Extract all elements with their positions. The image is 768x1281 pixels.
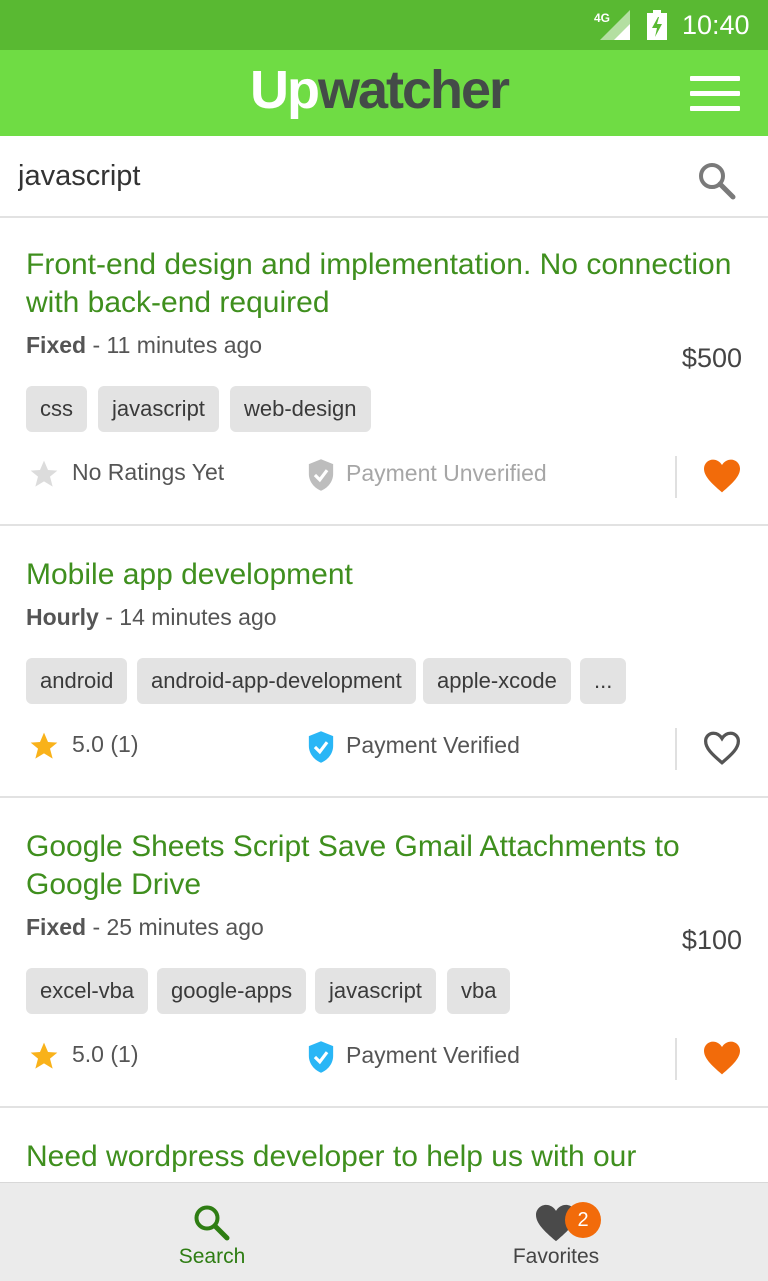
job-title[interactable]: Need wordpress developer to help us with…	[26, 1138, 746, 1176]
job-posted: - 11 minutes ago	[86, 332, 263, 358]
rating-text: 5.0 (1)	[72, 731, 139, 758]
search-icon	[194, 1205, 230, 1241]
logo-watcher: watcher	[317, 60, 510, 120]
job-meta: Fixed - 25 minutes ago	[26, 914, 264, 941]
clock: 10:40	[682, 10, 750, 40]
shield-check-icon	[308, 459, 334, 491]
job-price: $100	[681, 925, 742, 955]
tag-chip[interactable]: javascript	[315, 968, 436, 1014]
job-type: Fixed	[26, 914, 87, 940]
logo-up: Up	[250, 60, 320, 120]
job-posted: - 14 minutes ago	[98, 604, 277, 630]
nav-favorites[interactable]: Favorites	[456, 1183, 656, 1281]
heart-filled-icon[interactable]	[702, 458, 742, 494]
rating-text: No Ratings Yet	[72, 459, 225, 486]
tag-chip[interactable]: android	[26, 658, 128, 704]
payment-text: Payment Verified	[346, 1042, 520, 1069]
job-card[interactable]: Front-end design and implementation. No …	[0, 218, 768, 526]
more-tags-chip[interactable]: ...	[580, 658, 627, 704]
tag-chip[interactable]: excel-vba	[26, 968, 149, 1014]
payment-text: Payment Verified	[346, 732, 520, 759]
divider	[675, 456, 677, 498]
tag-chip[interactable]: vba	[447, 968, 511, 1014]
payment-status: Payment Verified	[306, 1040, 520, 1074]
nav-favorites-label: Favorites	[512, 1245, 600, 1268]
client-rating: No Ratings Yet	[28, 458, 224, 490]
client-rating: 5.0 (1)	[28, 730, 138, 762]
job-card[interactable]: Need wordpress developer to help us with…	[0, 1108, 768, 1182]
favorites-count-badge: 2	[565, 1202, 601, 1238]
hamburger-icon[interactable]	[690, 76, 742, 112]
tag-chip[interactable]: google-apps	[157, 968, 307, 1014]
job-type: Fixed	[26, 332, 87, 358]
job-title[interactable]: Google Sheets Script Save Gmail Attachme…	[26, 828, 746, 904]
heart-filled-icon[interactable]	[702, 1040, 742, 1076]
svg-text:4G: 4G	[594, 11, 610, 25]
nav-search-label: Search	[178, 1245, 246, 1268]
tag-chip[interactable]: web-design	[230, 386, 371, 432]
star-filled-icon	[30, 1042, 58, 1069]
payment-status: Payment Unverified	[306, 458, 547, 492]
job-posted: - 25 minutes ago	[86, 914, 264, 940]
status-bar: 4G 10:40	[0, 0, 768, 50]
job-type: Hourly	[26, 604, 99, 630]
divider	[675, 1038, 677, 1080]
search-input[interactable]	[18, 154, 658, 198]
verified-shield-icon	[308, 1041, 334, 1073]
cell-signal-icon: 4G	[594, 10, 630, 40]
upwatcher-logo: Upwatcher	[250, 58, 510, 122]
job-price: $500	[681, 343, 742, 373]
job-title[interactable]: Front-end design and implementation. No …	[26, 246, 746, 322]
star-outline-icon	[30, 460, 58, 487]
job-meta: Hourly - 14 minutes ago	[26, 604, 277, 631]
tag-chip[interactable]: android-app-development	[137, 658, 416, 704]
tag-chip[interactable]: css	[26, 386, 87, 432]
divider	[675, 728, 677, 770]
battery-charging-icon	[647, 10, 667, 40]
job-meta: Fixed - 11 minutes ago	[26, 332, 262, 359]
nav-search[interactable]: Search	[112, 1183, 312, 1281]
client-rating: 5.0 (1)	[28, 1040, 138, 1072]
rating-text: 5.0 (1)	[72, 1041, 139, 1068]
job-card[interactable]: Google Sheets Script Save Gmail Attachme…	[0, 798, 768, 1108]
search-bar	[0, 136, 768, 218]
bottom-navigation: Search Favorites	[0, 1182, 768, 1281]
search-icon[interactable]	[696, 160, 738, 202]
heart-outline-icon[interactable]	[702, 730, 742, 766]
verified-shield-icon	[308, 731, 334, 763]
payment-status: Payment Verified	[306, 730, 520, 764]
payment-text: Payment Unverified	[346, 460, 547, 487]
job-card[interactable]: Mobile app development Hourly - 14 minut…	[0, 526, 768, 798]
star-filled-icon	[30, 732, 58, 759]
job-title[interactable]: Mobile app development	[26, 556, 746, 594]
tag-chip[interactable]: apple-xcode	[423, 658, 571, 704]
tag-chip[interactable]: javascript	[98, 386, 219, 432]
